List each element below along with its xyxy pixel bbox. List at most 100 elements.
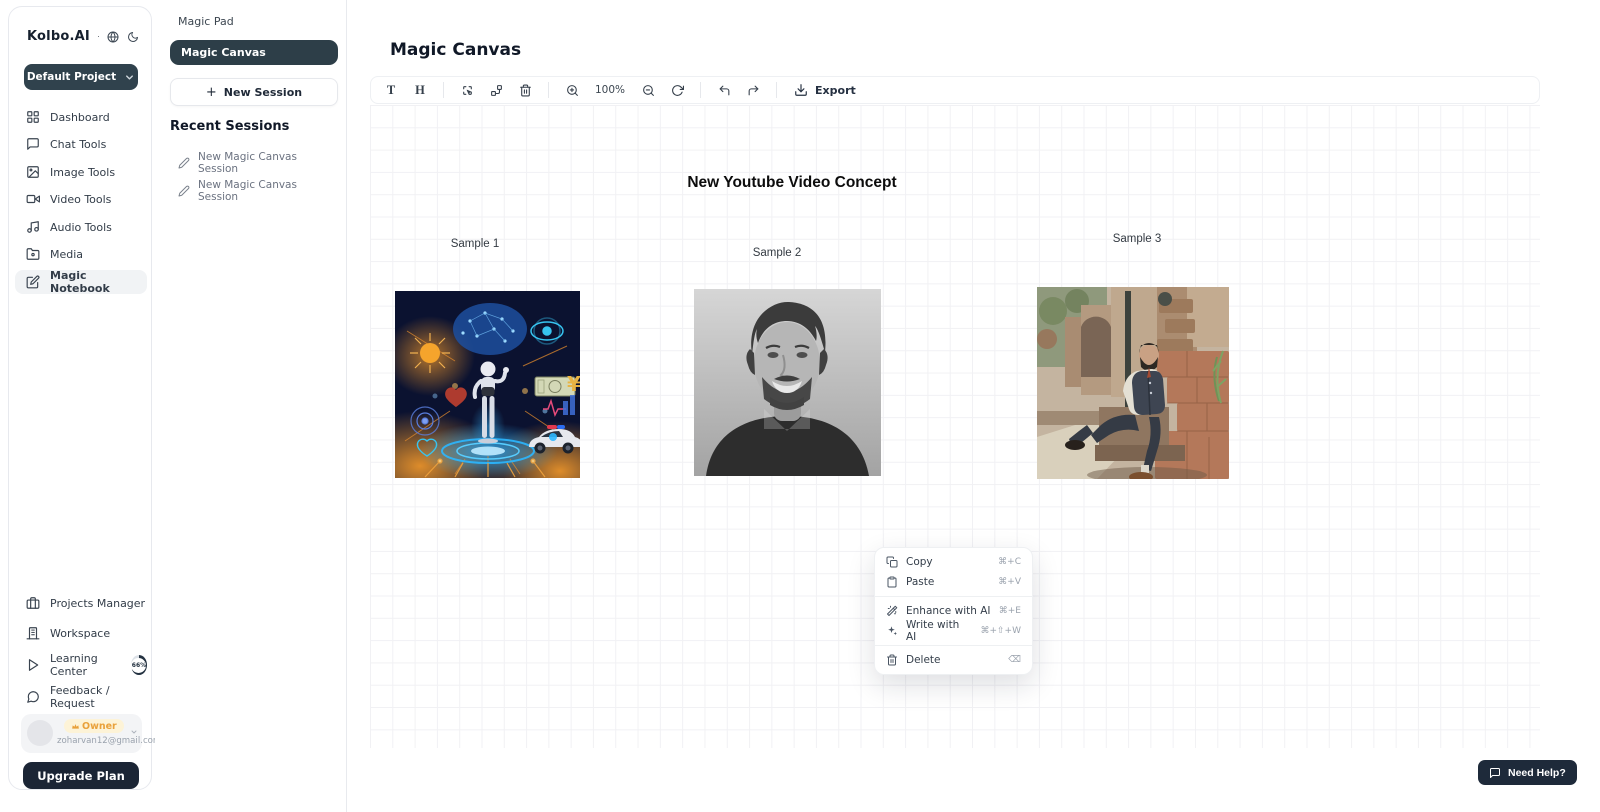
sidebar-item-label: Image Tools [50, 166, 115, 179]
sample-image-2-bw-portrait[interactable] [694, 289, 881, 476]
dashboard-grid-icon [26, 110, 40, 124]
magic-wand-icon [886, 605, 898, 617]
sidebar-item-feedback-request[interactable]: Feedback / Request [15, 685, 147, 709]
sidebar-item-image-tools[interactable]: Image Tools [15, 160, 147, 184]
context-menu-item-copy[interactable]: Copy ⌘+C [875, 552, 1032, 572]
context-menu-item-enhance-with-ai[interactable]: Enhance with AI ⌘+E [875, 601, 1032, 621]
sample-1-label[interactable]: Sample 1 [451, 238, 500, 250]
need-help-button[interactable]: Need Help? [1478, 760, 1577, 785]
sidebar-item-video-tools[interactable]: Video Tools [15, 187, 147, 211]
download-icon [794, 83, 808, 97]
sample-2-label[interactable]: Sample 2 [753, 247, 802, 259]
magic-canvas-workspace[interactable]: New Youtube Video Concept Sample 1 Sampl… [370, 105, 1540, 748]
zoom-in-button[interactable] [560, 79, 584, 101]
learning-progress-value: 66% [131, 658, 146, 673]
sidebar-item-label: Dashboard [50, 111, 110, 124]
brain-head-logo-icon [98, 28, 99, 45]
play-icon [26, 658, 40, 672]
language-globe-icon[interactable] [107, 31, 119, 43]
new-session-label: New Session [224, 86, 302, 99]
menu-item-shortcut: ⌫ [1008, 655, 1021, 665]
sidebar: Kolbo.AI Default Project Dashboard Chat … [8, 6, 152, 790]
dark-mode-moon-icon[interactable] [127, 31, 139, 43]
toolbar-divider [700, 82, 701, 98]
text-tool-glyph: T [387, 83, 395, 98]
sparkles-icon [886, 625, 898, 637]
menu-item-label: Copy [906, 556, 990, 568]
text-tool-button[interactable]: T [379, 79, 403, 101]
need-help-label: Need Help? [1508, 767, 1566, 779]
export-button[interactable]: Export [788, 83, 862, 97]
briefcase-icon [26, 596, 40, 610]
heading-tool-button[interactable]: H [408, 79, 432, 101]
learning-progress-ring: 66% [131, 655, 147, 675]
sidebar-item-label: Learning Center [50, 652, 121, 678]
sidebar-item-media[interactable]: Media [15, 242, 147, 266]
menu-item-shortcut: ⌘+C [998, 557, 1021, 567]
sidebar-item-projects-manager[interactable]: Projects Manager [15, 591, 147, 615]
canvas-title-text[interactable]: New Youtube Video Concept [687, 174, 896, 192]
menu-divider [875, 645, 1032, 646]
plus-icon: + [206, 85, 217, 100]
recent-session-item[interactable]: New Magic Canvas Session [178, 179, 338, 203]
chevron-down-icon [130, 728, 138, 736]
pencil-icon [178, 185, 190, 197]
app-logo: Kolbo.AI [27, 29, 90, 44]
user-account-card[interactable]: Owner zoharvan12@gmail.com [21, 714, 142, 753]
sidebar-item-learning-center[interactable]: Learning Center 66% [15, 653, 147, 677]
avatar [27, 720, 53, 746]
undo-button[interactable] [712, 79, 736, 101]
nav-item-magic-pad[interactable]: Magic Pad [178, 15, 234, 28]
sessions-panel: Magic Pad Magic Canvas + New Session Rec… [155, 0, 347, 812]
sidebar-item-workspace[interactable]: Workspace [15, 621, 147, 645]
sidebar-item-label: Projects Manager [50, 597, 145, 610]
chat-bubble-icon [26, 137, 40, 151]
sidebar-item-label: Media [50, 248, 83, 261]
menu-item-label: Enhance with AI [906, 605, 991, 617]
menu-item-label: Write with AI [906, 619, 972, 643]
sample-image-3-man-on-ruins[interactable] [1037, 287, 1229, 479]
music-note-icon [26, 220, 40, 234]
rotate-reset-icon [671, 84, 684, 97]
project-selector-label: Default Project [27, 71, 116, 83]
svg-text:¥: ¥ [567, 372, 580, 396]
video-camera-icon [26, 192, 40, 206]
redo-button[interactable] [741, 79, 765, 101]
sidebar-item-chat-tools[interactable]: Chat Tools [15, 132, 147, 156]
project-selector[interactable]: Default Project [24, 64, 138, 90]
select-tool-button[interactable] [455, 79, 479, 101]
menu-item-shortcut: ⌘+E [999, 606, 1021, 616]
sidebar-item-audio-tools[interactable]: Audio Tools [15, 215, 147, 239]
sample-image-1-ai-robot[interactable]: ¥ [395, 291, 580, 478]
zoom-out-button[interactable] [636, 79, 660, 101]
toolbar-divider [443, 82, 444, 98]
reset-view-button[interactable] [665, 79, 689, 101]
sidebar-item-magic-notebook[interactable]: Magic Notebook [15, 270, 147, 294]
recent-sessions-heading: Recent Sessions [170, 119, 289, 134]
context-menu-item-delete[interactable]: Delete ⌫ [875, 650, 1032, 670]
chevron-down-icon [124, 72, 135, 83]
context-menu-item-write-with-ai[interactable]: Write with AI ⌘+⇧+W [875, 621, 1032, 641]
recent-session-item[interactable]: New Magic Canvas Session [178, 151, 338, 175]
copy-icon [886, 556, 898, 568]
select-cursor-icon [461, 84, 474, 97]
sidebar-item-dashboard[interactable]: Dashboard [15, 105, 147, 129]
sidebar-item-label: Feedback / Request [50, 684, 147, 710]
upgrade-plan-button[interactable]: Upgrade Plan [23, 762, 139, 789]
menu-divider [875, 596, 1032, 597]
crown-icon [71, 722, 80, 731]
trash-icon [519, 84, 532, 97]
sample-3-label[interactable]: Sample 3 [1113, 233, 1162, 245]
delete-tool-button[interactable] [513, 79, 537, 101]
connector-tool-button[interactable] [484, 79, 508, 101]
toolbar-divider [548, 82, 549, 98]
menu-item-shortcut: ⌘+⇧+W [980, 626, 1021, 636]
trash-icon [886, 654, 898, 666]
context-menu: Copy ⌘+C Paste ⌘+V Enhance with AI ⌘+E W… [874, 547, 1033, 675]
undo-icon [718, 84, 731, 97]
sidebar-item-label: Video Tools [50, 193, 111, 206]
context-menu-item-paste[interactable]: Paste ⌘+V [875, 572, 1032, 592]
nav-item-magic-canvas[interactable]: Magic Canvas [170, 40, 338, 65]
sidebar-item-label: Chat Tools [50, 138, 106, 151]
new-session-button[interactable]: + New Session [170, 78, 338, 106]
